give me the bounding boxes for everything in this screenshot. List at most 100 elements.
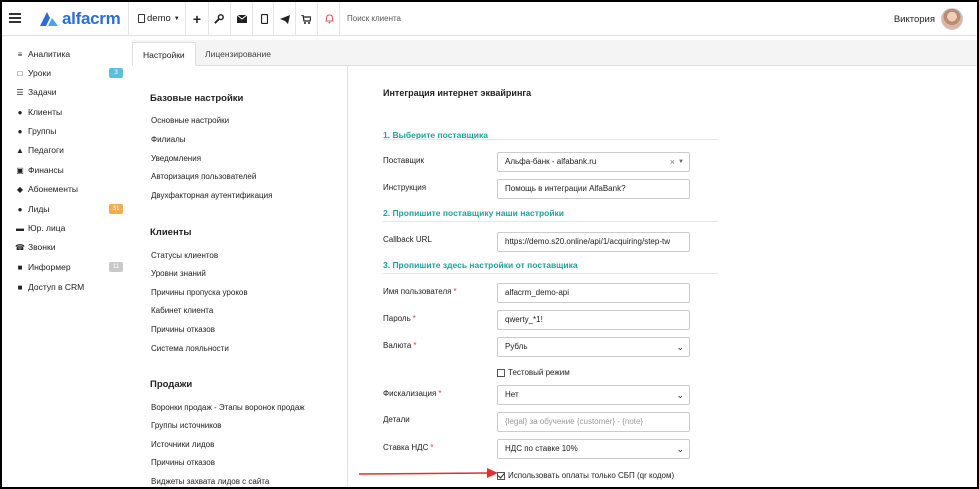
settings-link[interactable]: Уровни знаний bbox=[151, 269, 206, 278]
lead-icon: ● bbox=[17, 204, 23, 214]
tab-licensing[interactable]: Лицензирование bbox=[195, 42, 281, 66]
test-mode-label: Тестовый режим bbox=[508, 368, 570, 377]
sidebar-item[interactable]: ▬ Юр. лица bbox=[15, 221, 123, 235]
acquiring-settings-panel: Интеграция интернет эквайринга 1. Выбери… bbox=[349, 66, 977, 487]
provider-select[interactable]: Альфа-банк - alfabank.ru × ▼ bbox=[497, 152, 690, 172]
divider bbox=[230, 2, 231, 36]
chevron-down-icon: ⌄ bbox=[676, 390, 684, 400]
graduation-cap-icon: ▲ bbox=[16, 145, 24, 155]
sidebar-item-label: Доступ в CRM bbox=[28, 282, 85, 292]
checkbox-icon[interactable] bbox=[497, 368, 505, 377]
sidebar-item[interactable]: ▣ Финансы bbox=[15, 163, 123, 177]
chevron-down-icon: ⌄ bbox=[676, 342, 684, 352]
vat-select[interactable]: НДС по ставке 10% ⌄ bbox=[497, 439, 690, 459]
lock-icon: ■ bbox=[17, 282, 23, 292]
instruction-field[interactable]: Помощь в интеграции AlfaBank? bbox=[497, 179, 690, 199]
settings-link[interactable]: Авторизация пользователей bbox=[151, 172, 256, 181]
sbp-only-checkbox[interactable]: Использовать оплаты только СБП (qr кодом… bbox=[497, 471, 674, 480]
phone-icon: ☎ bbox=[15, 242, 25, 252]
callback-url-label: Callback URL bbox=[383, 235, 432, 244]
settings-menu: Базовые настройки Основные настройки Филиа… bbox=[132, 66, 348, 487]
sidebar-item-label: Педагоги bbox=[28, 145, 64, 155]
divider bbox=[317, 2, 318, 36]
telegram-icon[interactable] bbox=[278, 12, 292, 26]
sidebar-item[interactable]: ● Группы bbox=[15, 124, 123, 138]
sidebar-item[interactable]: ☎ Звонки bbox=[15, 240, 123, 254]
branch-icon bbox=[138, 14, 145, 23]
user-name: Виктория bbox=[893, 13, 935, 25]
details-label: Детали bbox=[383, 415, 410, 424]
branch-selector[interactable]: demo ▼ bbox=[138, 13, 180, 24]
sidebar-item[interactable]: ◆ Абонементы bbox=[15, 182, 123, 196]
settings-link[interactable]: Двухфакторная аутентификация bbox=[151, 191, 272, 200]
sidebar-item[interactable]: ● Лиды 31 bbox=[15, 202, 123, 216]
sidebar-item[interactable]: ● Клиенты bbox=[15, 105, 123, 119]
provider-value: Альфа-банк - alfabank.ru bbox=[505, 157, 597, 166]
section-title: 3. Пропишите здесь настройки от поставщи… bbox=[383, 260, 578, 270]
sidebar-item-label: Уроки bbox=[28, 68, 51, 78]
search-input[interactable]: Поиск клиента bbox=[347, 14, 401, 23]
phone-icon[interactable] bbox=[257, 12, 271, 26]
wrench-icon[interactable] bbox=[211, 12, 225, 26]
divider bbox=[383, 221, 718, 222]
logo[interactable]: alfacrm bbox=[40, 9, 121, 28]
sidebar-item-label: Звонки bbox=[28, 242, 56, 252]
settings-link[interactable]: Причины отказов bbox=[151, 325, 215, 334]
sidebar: ≡ Аналитика □ Уроки 3 ☰ Задачи ● Клиенты ● Группы ▲… bbox=[2, 37, 132, 487]
plus-icon[interactable]: + bbox=[190, 11, 204, 27]
user-icon: ● bbox=[17, 107, 23, 117]
informer-icon: ■ bbox=[17, 262, 23, 272]
settings-link[interactable]: Причины пропуска уроков bbox=[151, 288, 248, 297]
divider bbox=[383, 273, 718, 274]
password-field[interactable]: qwerty_*1! bbox=[497, 310, 690, 330]
settings-link[interactable]: Система лояльности bbox=[151, 344, 229, 353]
tab-settings[interactable]: Настройки bbox=[132, 42, 196, 66]
sidebar-item[interactable]: ■ Доступ в CRM bbox=[15, 280, 123, 294]
sidebar-item[interactable]: ▲ Педагоги bbox=[15, 143, 123, 157]
sidebar-item[interactable]: ☰ Задачи bbox=[15, 85, 123, 99]
calendar-icon: □ bbox=[17, 68, 23, 78]
settings-link[interactable]: Статусы клиентов bbox=[151, 251, 218, 260]
logo-mark-icon bbox=[40, 12, 58, 26]
settings-link[interactable]: Основные настройки bbox=[151, 116, 229, 125]
instruction-label: Инструкция bbox=[383, 183, 427, 192]
sidebar-item[interactable]: ≡ Аналитика bbox=[15, 47, 123, 61]
cart-icon[interactable] bbox=[299, 12, 313, 26]
provider-label: Поставщик bbox=[383, 156, 425, 165]
app-window: alfacrm demo ▼ + Поиск клиента Виктория … bbox=[0, 0, 979, 489]
logo-text: alfacrm bbox=[62, 9, 121, 28]
currency-select[interactable]: Рубль ⌄ bbox=[497, 337, 690, 357]
divider bbox=[128, 2, 129, 36]
username-field[interactable]: alfacrm_demo-api bbox=[497, 283, 690, 303]
user-menu[interactable]: Виктория bbox=[894, 8, 963, 30]
callback-url-field[interactable]: https://demo.s20.online/api/1/acquiring/… bbox=[497, 232, 690, 252]
settings-link[interactable]: Причины отказов bbox=[151, 458, 215, 467]
settings-group-title: Продажи bbox=[150, 379, 193, 390]
section-title: 2. Пропишите поставщику наши настройки bbox=[383, 208, 565, 218]
settings-link[interactable]: Источники лидов bbox=[151, 440, 214, 449]
settings-link[interactable]: Кабинет клиента bbox=[151, 306, 213, 315]
bell-icon[interactable] bbox=[322, 12, 336, 26]
envelope-icon[interactable] bbox=[235, 12, 249, 26]
sidebar-item[interactable]: ■ Информер 11 bbox=[15, 260, 123, 274]
settings-group-title: Базовые настройки bbox=[150, 93, 244, 104]
settings-link[interactable]: Воронки продаж - Этапы воронок продаж bbox=[151, 403, 305, 412]
currency-value: Рубль bbox=[505, 342, 528, 351]
analytics-icon: ≡ bbox=[17, 49, 23, 59]
avatar bbox=[941, 8, 963, 30]
menu-icon[interactable] bbox=[9, 13, 21, 23]
fiscal-select[interactable]: Нет ⌄ bbox=[497, 385, 690, 405]
settings-link[interactable]: Уведомления bbox=[151, 154, 201, 163]
settings-link[interactable]: Филиалы bbox=[151, 135, 186, 144]
divider bbox=[273, 2, 274, 36]
sbp-only-label: Использовать оплаты только СБП (qr кодом… bbox=[508, 471, 675, 480]
details-field[interactable]: {legal} за обучение {customer} - {note} bbox=[497, 412, 690, 432]
sidebar-item[interactable]: □ Уроки 3 bbox=[15, 66, 123, 80]
settings-link[interactable]: Виджеты захвата лидов с сайта bbox=[151, 477, 269, 486]
settings-link[interactable]: Группы источников bbox=[151, 421, 222, 430]
clear-icon[interactable]: × bbox=[670, 153, 675, 171]
sidebar-item-label: Лиды bbox=[28, 204, 50, 214]
vat-value: НДС по ставке 10% bbox=[505, 444, 578, 453]
vat-label: Ставка НДС * bbox=[383, 443, 434, 452]
test-mode-checkbox[interactable]: Тестовый режим bbox=[497, 368, 570, 377]
